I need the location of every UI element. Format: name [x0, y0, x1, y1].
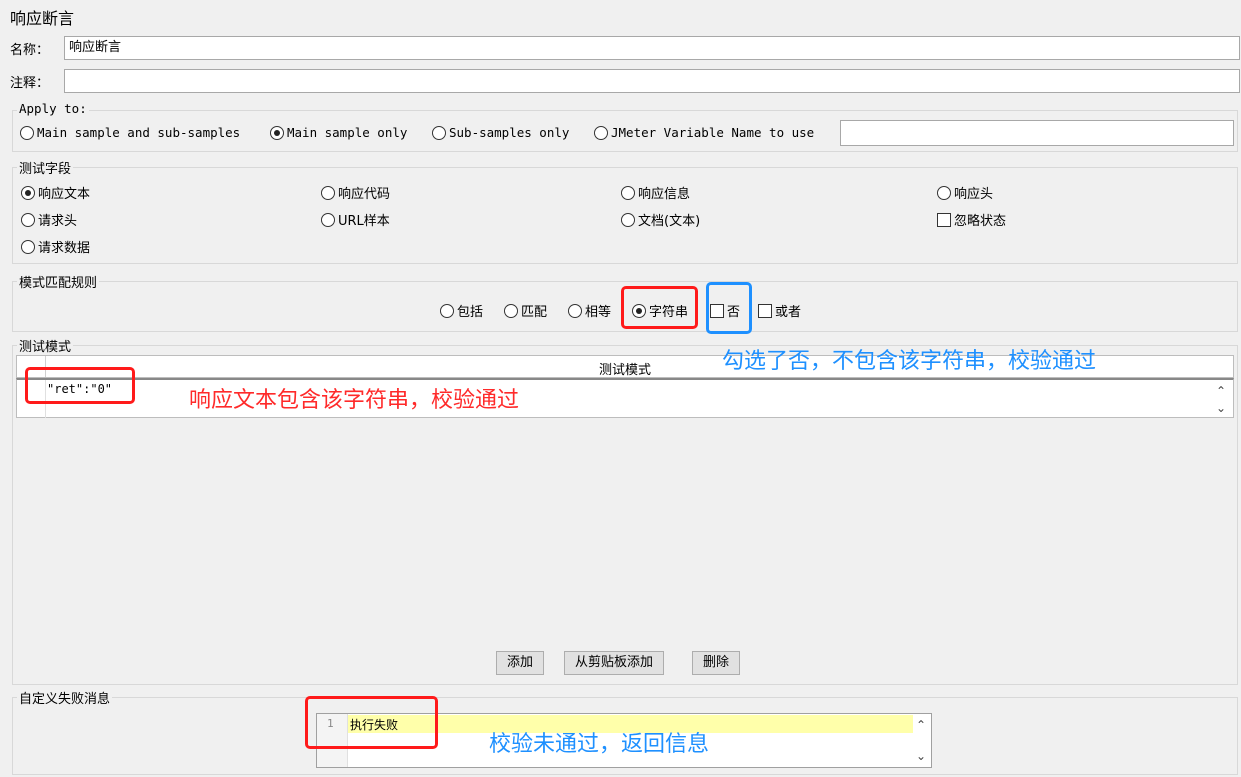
field-response-headers-radio[interactable]: 响应头 — [937, 183, 993, 202]
scroll-down-icon[interactable]: ⌄ — [1216, 402, 1226, 414]
annotation-not-note: 勾选了否，不包含该字符串，校验通过 — [722, 349, 1097, 374]
custom-failure-title: 自定义失败消息 — [17, 688, 113, 707]
scroll-up-icon[interactable]: ⌃ — [916, 719, 926, 731]
field-response-code-label: 响应代码 — [338, 187, 391, 202]
apply-main-and-sub-label: Main sample and sub-samples — [37, 125, 241, 140]
annotation-not-highlight — [706, 282, 752, 334]
radio-circle[interactable] — [504, 303, 518, 318]
field-request-headers-radio[interactable]: 请求头 — [21, 210, 77, 229]
pattern-rules-title: 模式匹配规则 — [17, 272, 100, 291]
jmeter-variable-input[interactable] — [840, 120, 1234, 146]
rule-contains-radio[interactable]: 包括 — [440, 301, 483, 320]
field-request-data-radio[interactable]: 请求数据 — [21, 237, 90, 256]
annotation-failure-highlight — [305, 696, 438, 749]
field-response-headers-label: 响应头 — [954, 187, 994, 202]
annotation-contains-note: 响应文本包含该字符串，校验通过 — [189, 388, 520, 413]
annotation-substring-highlight — [621, 286, 698, 329]
apply-main-only-label: Main sample only — [287, 125, 408, 140]
delete-button[interactable]: 删除 — [692, 651, 741, 675]
field-response-text-radio[interactable]: 响应文本 — [21, 183, 90, 202]
apply-main-and-sub-radio[interactable]: Main sample and sub-samples — [20, 125, 240, 140]
ignore-status-label: 忽略状态 — [954, 214, 1007, 229]
field-request-headers-label: 请求头 — [38, 214, 78, 229]
checkbox-box[interactable] — [758, 303, 772, 318]
apply-jmeter-var-radio[interactable]: JMeter Variable Name to use — [594, 125, 814, 140]
radio-circle[interactable] — [321, 212, 335, 227]
field-response-code-radio[interactable]: 响应代码 — [321, 183, 390, 202]
radio-circle[interactable] — [937, 185, 951, 200]
apply-to-title: Apply to: — [17, 101, 89, 116]
rule-contains-label: 包括 — [457, 305, 484, 320]
test-field-title: 测试字段 — [17, 158, 74, 177]
name-input[interactable]: 响应断言 — [64, 36, 1240, 60]
field-url-sample-label: URL样本 — [338, 214, 390, 229]
rule-matches-radio[interactable]: 匹配 — [504, 301, 547, 320]
annotation-failure-note: 校验未通过，返回信息 — [489, 732, 710, 757]
scroll-up-icon[interactable]: ⌃ — [1216, 385, 1226, 397]
page-title: 响应断言 — [10, 9, 75, 28]
radio-circle[interactable] — [568, 303, 582, 318]
radio-circle[interactable] — [432, 125, 446, 140]
field-document-radio[interactable]: 文档(文本) — [621, 210, 700, 229]
checkbox-box[interactable] — [937, 212, 951, 227]
radio-circle[interactable] — [21, 239, 35, 254]
field-response-text-label: 响应文本 — [38, 187, 91, 202]
name-label: 名称： — [10, 43, 50, 58]
radio-circle[interactable] — [621, 212, 635, 227]
comment-label: 注释： — [10, 76, 50, 91]
radio-circle-selected[interactable] — [270, 125, 284, 140]
field-request-data-label: 请求数据 — [38, 241, 91, 256]
scroll-down-icon[interactable]: ⌄ — [916, 750, 926, 762]
add-from-clipboard-button[interactable]: 从剪贴板添加 — [564, 651, 665, 675]
radio-circle[interactable] — [621, 185, 635, 200]
rule-or-label: 或者 — [775, 305, 802, 320]
radio-circle[interactable] — [321, 185, 335, 200]
rule-matches-label: 匹配 — [521, 305, 548, 320]
radio-circle[interactable] — [594, 125, 608, 140]
radio-circle[interactable] — [440, 303, 454, 318]
rule-equals-radio[interactable]: 相等 — [568, 301, 611, 320]
radio-circle-selected[interactable] — [21, 185, 35, 200]
apply-main-only-radio[interactable]: Main sample only — [270, 125, 407, 140]
ignore-status-checkbox[interactable]: 忽略状态 — [937, 210, 1006, 229]
add-button[interactable]: 添加 — [496, 651, 545, 675]
comment-input[interactable] — [64, 69, 1240, 93]
field-response-message-radio[interactable]: 响应信息 — [621, 183, 690, 202]
apply-sub-only-label: Sub-samples only — [449, 125, 570, 140]
field-document-label: 文档(文本) — [638, 214, 701, 229]
rule-equals-label: 相等 — [585, 305, 612, 320]
radio-circle[interactable] — [21, 212, 35, 227]
apply-sub-only-radio[interactable]: Sub-samples only — [432, 125, 569, 140]
radio-circle[interactable] — [20, 125, 34, 140]
annotation-pattern-highlight — [25, 367, 135, 404]
apply-jmeter-var-label: JMeter Variable Name to use — [611, 125, 815, 140]
field-response-message-label: 响应信息 — [638, 187, 691, 202]
rule-or-checkbox[interactable]: 或者 — [758, 301, 801, 320]
test-patterns-title: 测试模式 — [17, 336, 74, 355]
field-url-sample-radio[interactable]: URL样本 — [321, 210, 390, 229]
